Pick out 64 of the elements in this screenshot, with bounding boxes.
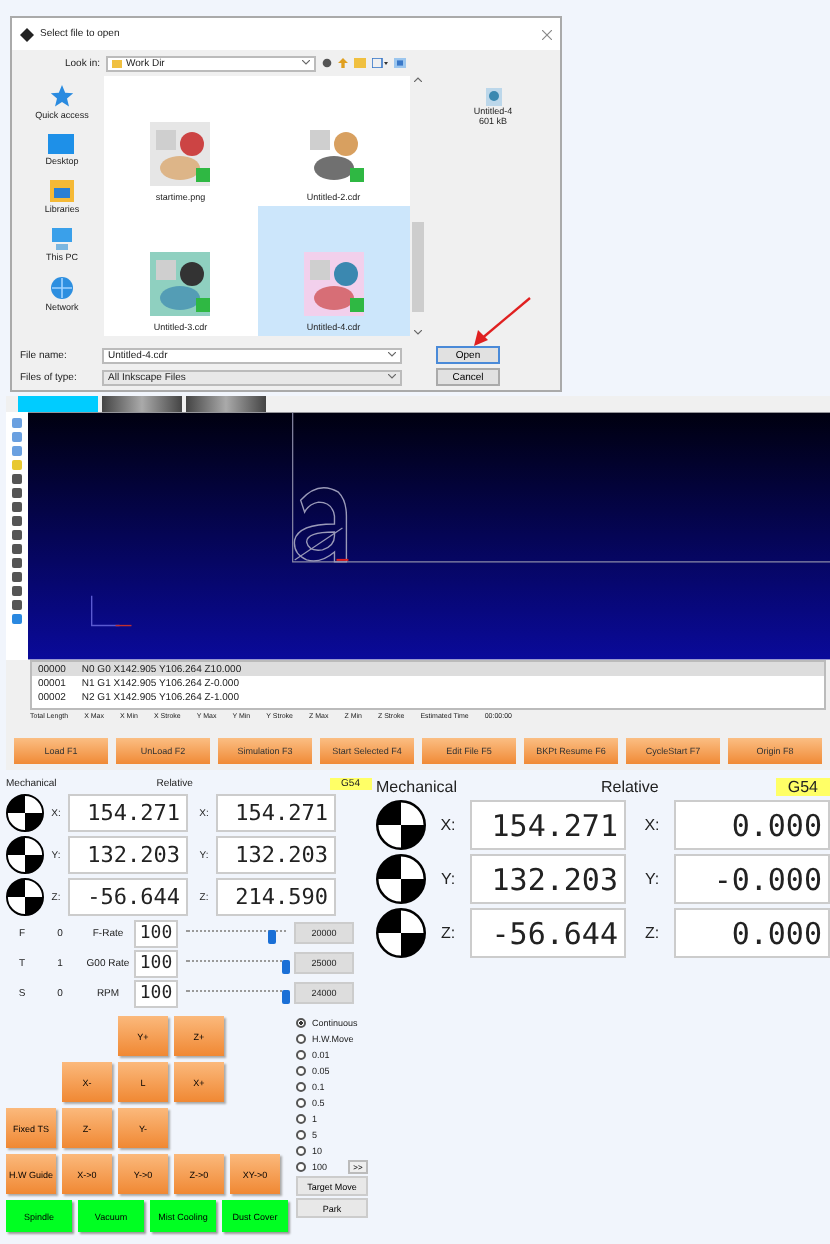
radio-button[interactable]	[296, 1018, 306, 1028]
coordinate-display: -0.000	[674, 854, 830, 904]
quadrant-icon	[6, 794, 44, 832]
globe-icon	[49, 276, 74, 300]
coordinate-display: 154.271	[216, 794, 336, 832]
radio-button[interactable]	[296, 1114, 306, 1124]
close-icon[interactable]	[542, 29, 552, 39]
quadrant-icon	[376, 800, 426, 850]
toolpath-drawing	[293, 487, 350, 563]
radio-button[interactable]	[296, 1146, 306, 1156]
folder-icon	[112, 59, 122, 67]
coordinate-display: -56.644	[68, 878, 188, 916]
mechanical-label: Mechanical	[376, 777, 457, 795]
radio-button[interactable]	[296, 1034, 306, 1044]
radio-button[interactable]	[296, 1082, 306, 1092]
caret-icon	[388, 352, 396, 358]
quadrant-icon	[6, 836, 44, 874]
coordinate-display: 214.590	[216, 878, 336, 916]
caret-down-icon	[414, 330, 422, 336]
coordinate-display: 154.271	[68, 794, 188, 832]
caret-up-icon	[414, 76, 422, 82]
app-icon	[20, 27, 34, 41]
quadrant-icon	[376, 908, 426, 958]
view-menu-icon[interactable]	[372, 58, 388, 68]
slider-thumb[interactable]	[267, 929, 275, 943]
coordinate-display: 132.203	[470, 854, 626, 904]
caret-icon	[388, 374, 396, 380]
percent-display: 100	[134, 919, 178, 947]
axis-label: Y:	[642, 870, 662, 888]
radio-button[interactable]	[296, 1162, 306, 1172]
axis-indicator	[91, 595, 133, 627]
radio-button[interactable]	[296, 1050, 306, 1060]
axis-label: Z:	[642, 924, 662, 942]
folder-icon	[49, 180, 74, 202]
axis-label: X:	[438, 816, 458, 834]
percent-display: 100	[134, 949, 178, 977]
radio-button[interactable]	[296, 1066, 306, 1076]
file-icon	[485, 88, 501, 106]
coordinate-display: 154.271	[470, 800, 626, 850]
monitor-icon	[48, 134, 75, 154]
coordinate-display: 0.000	[674, 908, 830, 958]
computer-icon	[49, 228, 74, 250]
coordinate-display: 132.203	[216, 836, 336, 874]
quadrant-icon	[376, 854, 426, 904]
quadrant-icon	[6, 878, 44, 916]
slider-thumb[interactable]	[282, 989, 290, 1003]
view-tab[interactable]	[186, 396, 266, 412]
radio-button[interactable]	[296, 1098, 306, 1108]
work-offset-label: G54	[775, 777, 830, 795]
radio-button[interactable]	[296, 1130, 306, 1140]
axis-label: Y:	[438, 870, 458, 888]
view-tab[interactable]	[102, 396, 182, 412]
star-icon	[49, 84, 74, 108]
percent-display: 100	[134, 979, 178, 1007]
relative-label: Relative	[600, 777, 659, 795]
coordinate-display: -56.644	[470, 908, 626, 958]
coordinate-display: 132.203	[68, 836, 188, 874]
scrollbar[interactable]	[410, 76, 426, 336]
arrow-annotation	[472, 296, 532, 348]
axis-label: Z:	[438, 924, 458, 942]
slider-thumb[interactable]	[282, 959, 290, 973]
caret-icon	[302, 60, 310, 66]
axis-label: X:	[642, 816, 662, 834]
coordinate-display: 0.000	[674, 800, 830, 850]
